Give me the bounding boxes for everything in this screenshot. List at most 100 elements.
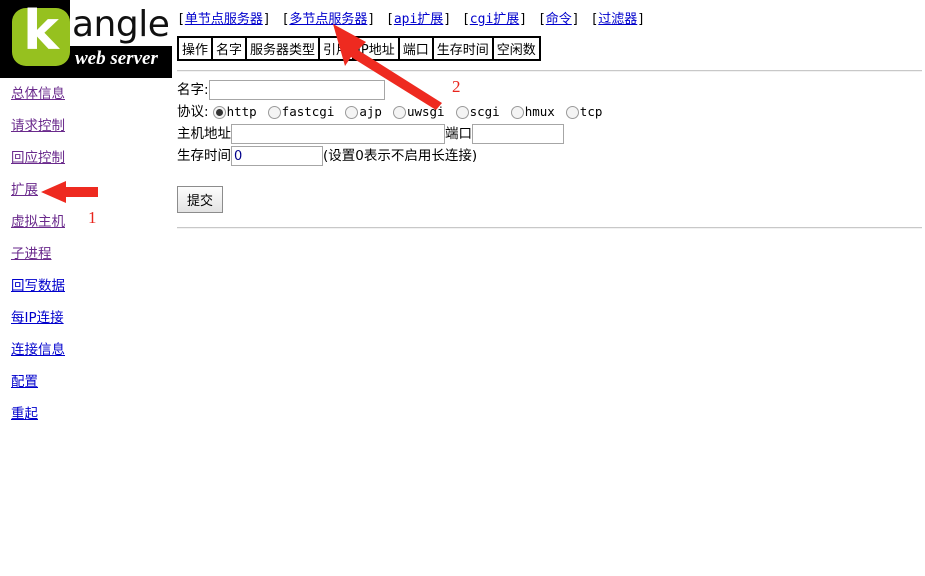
logo-wordmark: angle	[72, 4, 170, 45]
sidebar-item-label[interactable]: 连接信息	[11, 342, 65, 358]
sidebar-item-label[interactable]: 总体信息	[11, 86, 65, 102]
server-form: 名字: 协议: http fastcgi ajp uwsgi scgi hmux tcp 主机…	[177, 80, 922, 213]
sidebar-item-label[interactable]: 子进程	[11, 246, 52, 262]
sidebar-item-label[interactable]: 配置	[11, 374, 38, 390]
sidebar-item-label[interactable]: 扩展	[11, 182, 38, 198]
radio-uwsgi-icon[interactable]	[392, 105, 406, 119]
sidebar-item-restart[interactable]: 重起	[0, 398, 172, 430]
submit-button[interactable]: 提交	[177, 186, 224, 213]
sidebar-item-config[interactable]: 配置	[0, 366, 172, 398]
sidebar-item-virtual-host[interactable]: 虚拟主机	[0, 206, 172, 238]
column-header-port[interactable]: 端口	[398, 37, 433, 60]
form-row-name: 名字:	[177, 80, 922, 100]
topnav-entry-command: [命令]	[538, 12, 580, 27]
sidebar-item-label[interactable]: 回写数据	[11, 278, 65, 294]
ttl-hint: (设置0表示不启用长连接)	[323, 148, 478, 164]
radio-label-scgi[interactable]: scgi	[470, 104, 500, 119]
form-row-ttl: 生存时间 (设置0表示不启用长连接)	[177, 146, 922, 166]
radio-hmux-icon[interactable]	[510, 105, 524, 119]
topnav-link-command[interactable]: 命令	[546, 12, 572, 27]
topnav-link-api-extension[interactable]: api扩展	[394, 12, 443, 27]
bracket-close: ]	[637, 12, 646, 27]
sidebar-item-overview[interactable]: 总体信息	[0, 78, 172, 110]
radio-option-hmux[interactable]	[510, 102, 524, 122]
radio-http-icon[interactable]	[212, 105, 226, 119]
radio-option-tcp[interactable]	[565, 102, 579, 122]
bracket-open: [	[177, 12, 185, 27]
sidebar-item-label[interactable]: 重起	[11, 406, 38, 422]
bracket-close: ]	[367, 12, 376, 27]
column-header-ttl[interactable]: 生存时间	[432, 37, 493, 60]
protocol-label: 协议:	[177, 104, 209, 120]
host-label: 主机地址	[177, 126, 231, 142]
bracket-open: [	[537, 12, 546, 27]
sidebar-item-label[interactable]: 回应控制	[11, 150, 65, 166]
radio-scgi-icon[interactable]	[455, 105, 469, 119]
main-content: [单节点服务器] [多节点服务器] [api扩展] [cgi扩展] [命令] […	[177, 0, 922, 229]
radio-label-hmux[interactable]: hmux	[525, 104, 555, 119]
divider-bottom	[177, 227, 922, 229]
top-navigation: [单节点服务器] [多节点服务器] [api扩展] [cgi扩展] [命令] […	[177, 0, 922, 27]
name-input[interactable]	[208, 80, 385, 100]
sidebar: k angle web server 总体信息 请求控制 回应控制 扩展 虚拟主…	[0, 0, 172, 430]
radio-label-uwsgi[interactable]: uwsgi	[407, 104, 445, 119]
divider-top	[177, 70, 922, 72]
logo-mark-letter: k	[23, 0, 59, 62]
sidebar-item-label[interactable]: 每IP连接	[11, 310, 64, 326]
topnav-entry-api-extension: [api扩展]	[386, 12, 451, 27]
form-row-host-port: 主机地址 端口	[177, 124, 922, 144]
topnav-link-cgi-extension[interactable]: cgi扩展	[470, 12, 519, 27]
logo-mark: k	[12, 2, 70, 66]
topnav-entry-cgi-extension: [cgi扩展]	[462, 12, 527, 27]
radio-label-ajp[interactable]: ajp	[359, 104, 382, 119]
ttl-label: 生存时间	[177, 148, 231, 164]
column-header-idle-count[interactable]: 空闲数	[492, 37, 540, 60]
topnav-link-single-node-server[interactable]: 单节点服务器	[185, 12, 263, 27]
sidebar-item-connection-info[interactable]: 连接信息	[0, 334, 172, 366]
sidebar-item-label[interactable]: 请求控制	[11, 118, 65, 134]
column-header-table: 操作 名字 服务器类型 引用 IP地址 端口 生存时间 空闲数	[177, 36, 541, 61]
bracket-close: ]	[571, 12, 580, 27]
topnav-link-filter[interactable]: 过滤器	[598, 12, 637, 27]
radio-option-uwsgi[interactable]	[392, 102, 406, 122]
bracket-open: [	[461, 12, 470, 27]
sidebar-item-writeback-data[interactable]: 回写数据	[0, 270, 172, 302]
sidebar-item-label[interactable]: 虚拟主机	[11, 214, 65, 230]
column-header-server-type[interactable]: 服务器类型	[246, 37, 320, 60]
radio-ajp-icon[interactable]	[345, 105, 359, 119]
radio-fastcgi-icon[interactable]	[267, 105, 281, 119]
port-input[interactable]	[472, 124, 564, 144]
column-header-action[interactable]: 操作	[178, 37, 213, 60]
radio-label-fastcgi[interactable]: fastcgi	[282, 104, 335, 119]
sidebar-item-response-control[interactable]: 回应控制	[0, 142, 172, 174]
name-label: 名字:	[177, 82, 209, 98]
column-header-ip-address[interactable]: IP地址	[353, 37, 399, 60]
host-input[interactable]	[231, 124, 445, 144]
table-row: 操作 名字 服务器类型 引用 IP地址 端口 生存时间 空闲数	[178, 37, 540, 60]
topnav-entry-multi-node: [多节点服务器]	[282, 12, 376, 27]
bracket-close: ]	[443, 12, 452, 27]
sidebar-item-extension[interactable]: 扩展	[0, 174, 172, 206]
radio-tcp-icon[interactable]	[565, 105, 579, 119]
ttl-input[interactable]	[231, 146, 323, 166]
topnav-entry-single-node: [单节点服务器]	[177, 12, 271, 27]
logo-banner: k angle web server	[0, 0, 172, 78]
column-header-name[interactable]: 名字	[212, 37, 247, 60]
sidebar-item-child-process[interactable]: 子进程	[0, 238, 172, 270]
topnav-entry-filter: [过滤器]	[590, 12, 645, 27]
port-label: 端口	[445, 126, 472, 142]
radio-option-scgi[interactable]	[455, 102, 469, 122]
sidebar-item-per-ip-connection[interactable]: 每IP连接	[0, 302, 172, 334]
sidebar-item-request-control[interactable]: 请求控制	[0, 110, 172, 142]
radio-option-fastcgi[interactable]	[267, 102, 281, 122]
radio-label-tcp[interactable]: tcp	[580, 104, 603, 119]
form-row-protocol: 协议: http fastcgi ajp uwsgi scgi hmux tcp	[177, 102, 922, 122]
radio-label-http[interactable]: http	[227, 104, 257, 119]
radio-option-http[interactable]	[212, 102, 226, 122]
bracket-close: ]	[519, 12, 528, 27]
logo-tagline: web server	[75, 48, 158, 69]
sidebar-nav: 总体信息 请求控制 回应控制 扩展 虚拟主机 子进程 回写数据 每IP连接 连接…	[0, 78, 172, 430]
radio-option-ajp[interactable]	[345, 102, 359, 122]
topnav-link-multi-node-server[interactable]: 多节点服务器	[289, 12, 367, 27]
column-header-reference[interactable]: 引用	[319, 37, 354, 60]
